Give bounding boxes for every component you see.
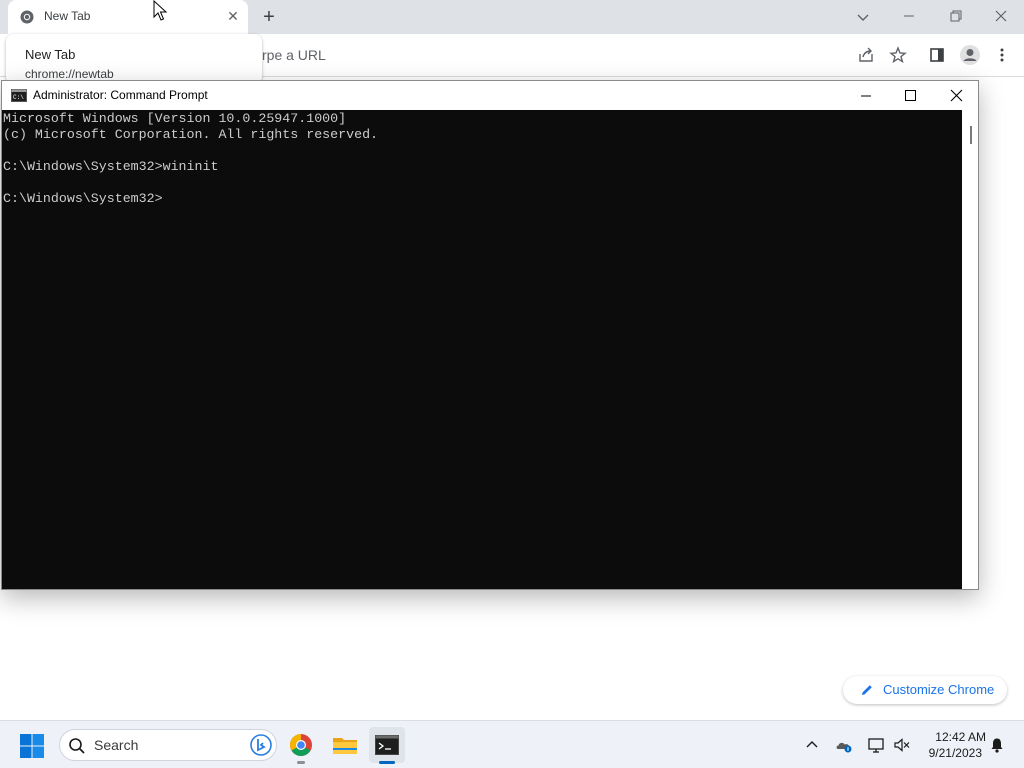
console-line: (c) Microsoft Corporation. All rights re… xyxy=(3,127,379,142)
plus-icon[interactable]: + xyxy=(258,6,280,28)
customize-chrome-label: Customize Chrome xyxy=(883,682,995,697)
hover-card-url: chrome://newtab xyxy=(25,67,114,81)
profile-icon[interactable] xyxy=(959,44,981,66)
console-app-icon: C:\ xyxy=(11,89,27,102)
clock-time[interactable]: 12:42 AM xyxy=(926,730,986,744)
close-window-icon[interactable] xyxy=(986,4,1016,28)
mouse-cursor-icon xyxy=(153,0,168,21)
tab-new-tab[interactable]: New Tab ✕ xyxy=(8,0,248,34)
close-icon[interactable]: ✕ xyxy=(225,8,241,24)
omnibox-placeholder[interactable]: rpe a URL xyxy=(262,47,326,63)
file-explorer-icon[interactable] xyxy=(327,727,363,763)
network-icon[interactable] xyxy=(867,736,885,754)
search-placeholder: Search xyxy=(94,737,139,753)
cmd-scrollbar[interactable] xyxy=(962,110,978,589)
chrome-app-icon[interactable] xyxy=(283,727,319,763)
minimize-icon[interactable] xyxy=(844,83,888,109)
search-icon xyxy=(69,738,85,754)
terminal-active-indicator xyxy=(379,761,395,764)
restore-icon[interactable] xyxy=(940,4,970,28)
close-window-icon[interactable] xyxy=(934,83,978,109)
cmd-title-bar[interactable]: C:\ Administrator: Command Prompt xyxy=(2,81,978,110)
console-line: C:\Windows\System32> xyxy=(3,191,163,206)
star-icon[interactable] xyxy=(889,46,907,64)
volume-muted-icon[interactable] xyxy=(893,736,911,754)
minimize-icon[interactable] xyxy=(894,4,924,28)
side-panel-icon[interactable] xyxy=(928,46,946,64)
pencil-icon xyxy=(862,685,872,695)
tab-hover-card: New Tab chrome://newtab xyxy=(6,34,262,84)
console-text: Microsoft Windows [Version 10.0.25947.10… xyxy=(3,111,378,207)
menu-icon[interactable] xyxy=(993,46,1011,64)
share-icon[interactable] xyxy=(857,46,875,64)
customize-chrome-button[interactable]: Customize Chrome xyxy=(843,676,1007,704)
onedrive-icon[interactable] xyxy=(835,736,853,754)
chrome-icon xyxy=(20,10,34,24)
chevron-down-icon[interactable] xyxy=(853,7,873,27)
notification-bell-icon[interactable] xyxy=(988,736,1006,754)
clock-date[interactable]: 9/21/2023 xyxy=(922,746,982,760)
command-prompt-window: C:\ Administrator: Command Prompt Micros… xyxy=(1,80,979,590)
taskbar-search-box[interactable]: Search xyxy=(59,729,277,761)
windows-start-icon[interactable] xyxy=(19,733,45,759)
cmd-window-title: Administrator: Command Prompt xyxy=(33,88,208,102)
console-line: Microsoft Windows [Version 10.0.25947.10… xyxy=(3,111,347,126)
scroll-thumb[interactable] xyxy=(970,126,972,144)
hover-card-title: New Tab xyxy=(25,47,76,62)
maximize-icon[interactable] xyxy=(888,83,932,109)
bing-icon[interactable] xyxy=(250,734,272,756)
terminal-icon xyxy=(375,735,399,755)
console-output-area[interactable]: Microsoft Windows [Version 10.0.25947.10… xyxy=(2,110,962,589)
svg-text:C:\: C:\ xyxy=(13,94,24,101)
terminal-taskbar-button[interactable] xyxy=(369,727,405,763)
taskbar: Search 12:42 AM 9/21/2023 xyxy=(0,720,1024,768)
chevron-up-icon[interactable] xyxy=(803,736,821,754)
tab-title: New Tab xyxy=(44,9,91,23)
chrome-running-indicator xyxy=(297,761,305,764)
console-line: C:\Windows\System32>wininit xyxy=(3,159,219,174)
